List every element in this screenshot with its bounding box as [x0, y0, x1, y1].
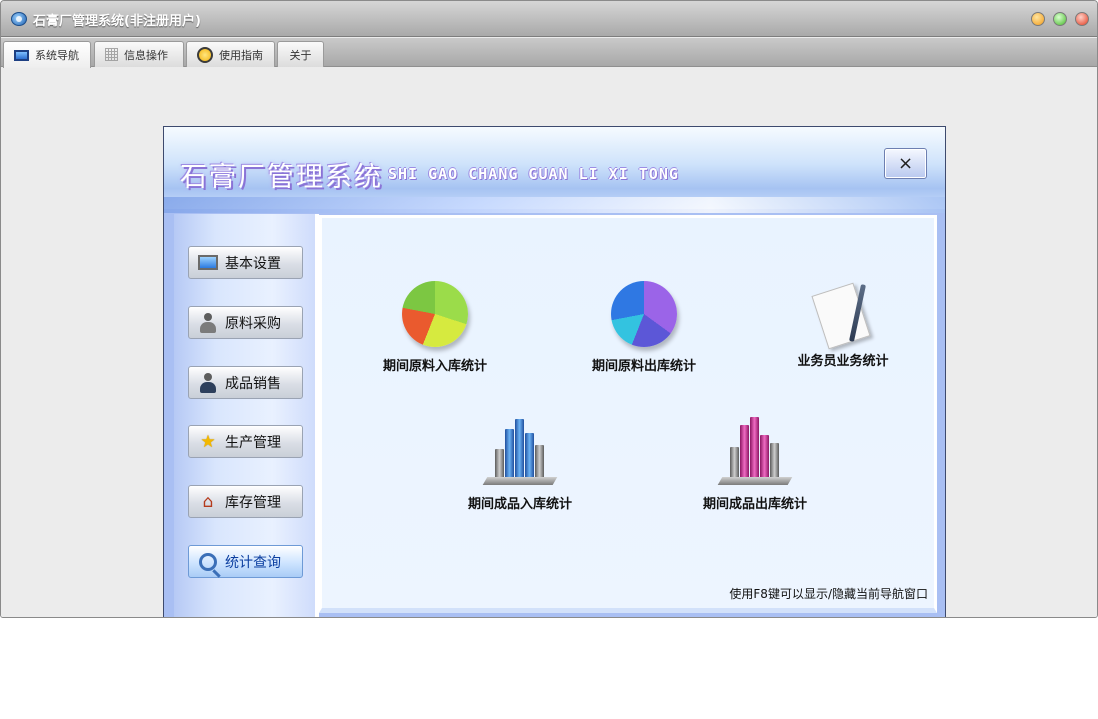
guide-icon: [197, 46, 213, 63]
stat-material-in[interactable]: 期间原料入库统计: [355, 281, 515, 374]
window-title: 石膏厂管理系统(非注册用户): [33, 14, 201, 29]
tab-label: 关于: [289, 48, 312, 62]
stat-label: 业务员业务统计: [797, 354, 889, 369]
stat-material-out[interactable]: 期间原料出库统计: [564, 281, 724, 374]
f8-hint-text: 使用F8键可以显示/隐藏当前导航窗口: [729, 587, 928, 601]
house-icon: ⌂: [202, 491, 214, 512]
sidebar-item-production[interactable]: ★ 生产管理: [188, 425, 303, 458]
tab-label: 系统导航: [35, 49, 79, 62]
tab-label: 使用指南: [219, 48, 263, 62]
close-button[interactable]: [1075, 12, 1089, 26]
stat-label: 期间原料入库统计: [382, 359, 487, 374]
panel-title: 石膏厂管理系统: [180, 162, 383, 193]
stat-product-out[interactable]: 期间成品出库统计: [675, 415, 835, 512]
stat-label: 期间原料出库统计: [591, 359, 696, 374]
pie-chart-icon: [402, 281, 468, 347]
sidebar-item-label: 统计查询: [225, 554, 281, 571]
bar-chart-icon: [720, 415, 790, 485]
sidebar-item-label: 原料采购: [225, 315, 281, 332]
close-icon: ×: [897, 153, 914, 174]
stat-label: 期间成品入库统计: [467, 497, 572, 512]
app-logo-icon: [11, 12, 27, 26]
sidebar-item-label: 成品销售: [225, 375, 281, 392]
panel-subtitle: SHI GAO CHANG GUAN LI XI TONG: [388, 165, 679, 183]
minimize-button[interactable]: [1031, 12, 1045, 26]
tab-system-nav[interactable]: 系统导航: [3, 41, 91, 68]
tab-bar: 系统导航 信息操作 使用指南 关于: [1, 38, 1097, 68]
sidebar-item-product-sales[interactable]: 成品销售: [188, 366, 303, 399]
bar-chart-icon: [485, 415, 555, 485]
maximize-button[interactable]: [1053, 12, 1067, 26]
sidebar-item-material-purchase[interactable]: 原料采购: [188, 306, 303, 339]
sidebar-item-basic-settings[interactable]: 基本设置: [188, 246, 303, 279]
stat-product-in[interactable]: 期间成品入库统计: [440, 415, 600, 512]
sidebar-item-statistics[interactable]: 统计查询: [188, 545, 303, 578]
sidebar-item-inventory[interactable]: ⌂ 库存管理: [188, 485, 303, 518]
tab-user-guide[interactable]: 使用指南: [186, 41, 275, 67]
notepad-icon: [811, 278, 873, 350]
content-area: 石膏厂管理系统 SHI GAO CHANG GUAN LI XI TONG × …: [1, 68, 1097, 617]
sidebar-item-label: 生产管理: [225, 434, 281, 451]
main-area: 期间原料入库统计 期间原料出库统计 业务员业务统计 期间成品入库统计 期间成品出…: [319, 215, 937, 613]
search-icon: [199, 552, 217, 571]
stat-salesman[interactable]: 业务员业务统计: [763, 278, 923, 369]
tab-info-ops[interactable]: 信息操作: [94, 41, 184, 67]
person-icon: [200, 312, 216, 333]
tab-about[interactable]: 关于: [277, 41, 324, 67]
monitor-icon: [198, 255, 218, 270]
star-icon: ★: [200, 431, 216, 452]
sidebar: 基本设置 原料采购 成品销售 ★ 生产管理 ⌂ 库存管理 统计查询: [174, 214, 319, 617]
title-bar[interactable]: 石膏厂管理系统(非注册用户): [1, 1, 1097, 37]
salesman-icon: [200, 372, 216, 393]
sidebar-item-label: 库存管理: [225, 494, 281, 511]
navigation-panel: 石膏厂管理系统 SHI GAO CHANG GUAN LI XI TONG × …: [163, 126, 946, 617]
sidebar-item-label: 基本设置: [225, 255, 281, 272]
pie-chart-icon: [611, 281, 677, 347]
tab-label: 信息操作: [124, 48, 168, 62]
grid-icon: [105, 48, 118, 61]
app-window: 石膏厂管理系统(非注册用户) 系统导航 信息操作 使用指南 关于 石膏厂管理系统…: [0, 0, 1098, 618]
panel-banner: 石膏厂管理系统 SHI GAO CHANG GUAN LI XI TONG ×: [164, 127, 945, 213]
panel-close-button[interactable]: ×: [884, 148, 927, 179]
monitor-icon: [14, 49, 29, 61]
stat-label: 期间成品出库统计: [702, 497, 807, 512]
